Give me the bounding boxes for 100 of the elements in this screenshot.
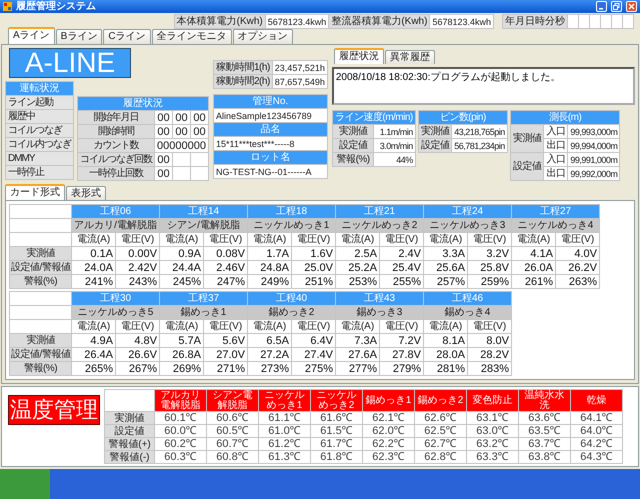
value-cell: 25.8V xyxy=(468,260,512,274)
value-cell: 8.1A xyxy=(424,334,468,348)
value-cell: 63.8℃ xyxy=(518,450,570,464)
value-cell: 00000000 xyxy=(154,138,208,152)
value-cell: 26.0A xyxy=(512,260,556,274)
value-cell: 23,457,521h xyxy=(272,60,328,74)
section-header: 管理No. xyxy=(214,94,328,108)
column-header: 電流(A) xyxy=(72,320,116,334)
value-cell: 7.2V xyxy=(380,334,424,348)
column-header: 電圧(V) xyxy=(292,320,336,334)
value-cell: 249% xyxy=(248,274,292,288)
column-header: 錫めっき2 xyxy=(414,390,466,412)
value-cell: 1.7A xyxy=(248,246,292,260)
value-cell: 60.1℃ xyxy=(154,412,206,424)
value-cell: 62.3℃ xyxy=(362,450,414,464)
value-cell: AlineSample123456789 xyxy=(214,108,328,122)
tab[interactable]: 表形式 xyxy=(66,186,106,200)
value-cell: 60.8℃ xyxy=(206,450,258,464)
tab[interactable]: Aライン xyxy=(8,27,55,44)
column-header: アルカリ電解脱脂 xyxy=(154,390,206,412)
process-name: 錫めっき2 xyxy=(248,306,336,320)
section-header: 品名 xyxy=(214,122,328,136)
step-header: 工程37 xyxy=(160,292,248,306)
value-cell: 4.0V xyxy=(556,246,600,260)
value-cell: 62.2℃ xyxy=(362,438,414,450)
tab[interactable]: オプション xyxy=(232,29,293,44)
column-header: 電流(A) xyxy=(424,232,468,246)
row-label: 警報値(+) xyxy=(104,438,154,450)
value-cell: 60.2℃ xyxy=(154,438,206,450)
row-label: 設定値 xyxy=(418,138,452,152)
value-cell: 25.0V xyxy=(292,260,336,274)
row-label: 設定値/警報値 xyxy=(10,260,72,274)
value-cell: 283% xyxy=(468,362,512,376)
value-cell: 99,992,000m xyxy=(568,166,620,180)
app-icon xyxy=(3,2,12,11)
tab[interactable]: カード形式 xyxy=(5,184,65,200)
value-cell: 7.3A xyxy=(336,334,380,348)
column-header: 電圧(V) xyxy=(204,232,248,246)
column-header: ニッケルめっき2 xyxy=(310,390,362,412)
step-header: 工程24 xyxy=(424,204,512,218)
column-header: 電流(A) xyxy=(336,232,380,246)
value-cell: 0.1A xyxy=(72,246,116,260)
row-label: 一時停止回数 xyxy=(78,166,154,180)
row-label: 実測値 xyxy=(510,124,544,152)
process-name: アルカリ/電解脱脂 xyxy=(72,218,160,232)
tab[interactable]: 履歴状況 xyxy=(334,48,384,64)
tab[interactable]: Cライン xyxy=(103,29,151,44)
step-header: 工程43 xyxy=(336,292,424,306)
column-header: 電流(A) xyxy=(424,320,468,334)
time-field xyxy=(612,14,622,28)
row-label: 設定値 xyxy=(332,138,374,152)
tab[interactable]: 全ラインモニタ xyxy=(152,29,232,44)
value-cell: 27.6A xyxy=(336,348,380,362)
value-cell: 26.6V xyxy=(116,348,160,362)
value-cell: 6.4V xyxy=(292,334,336,348)
column-header: 電圧(V) xyxy=(116,232,160,246)
value-cell: 62.1℃ xyxy=(362,412,414,424)
process-name: 錫めっき3 xyxy=(336,306,424,320)
row-label: 警報(%) xyxy=(332,152,374,166)
process-name: ニッケルめっき5 xyxy=(72,306,160,320)
value-cell: 61.3℃ xyxy=(258,450,310,464)
field-label: 年月日時分秒 xyxy=(502,14,568,28)
value-cell: 60.0℃ xyxy=(154,424,206,438)
value-cell: 61.8℃ xyxy=(310,450,362,464)
time-field xyxy=(600,14,612,28)
value-cell: 64.0℃ xyxy=(570,424,622,438)
value-cell: 99,991,000m xyxy=(568,152,620,166)
field-label: 本体積算電力(Kwh) xyxy=(174,14,266,28)
row-label: 稼動時間2(h) xyxy=(214,74,272,88)
close-button[interactable] xyxy=(626,1,637,12)
value-cell: 64.1℃ xyxy=(570,412,622,424)
row-label: 設定値 xyxy=(104,424,154,438)
value-cell: 265% xyxy=(72,362,116,376)
temperature-title: 温度管理 xyxy=(8,395,100,425)
value-cell: 62.0℃ xyxy=(362,424,414,438)
time-field xyxy=(578,14,590,28)
row-label: 警報値(-) xyxy=(104,450,154,464)
restore-button[interactable] xyxy=(611,1,622,12)
value-cell: 255% xyxy=(380,274,424,288)
column-header: 電圧(V) xyxy=(380,320,424,334)
value-cell: 60.7℃ xyxy=(206,438,258,450)
tab[interactable]: Bライン xyxy=(56,29,102,44)
row-label: 実測値 xyxy=(10,246,72,260)
process-name: ニッケルめっき3 xyxy=(424,218,512,232)
value-cell: 99,994,000m xyxy=(568,138,620,152)
value-cell: 269% xyxy=(160,362,204,376)
value-cell: 261% xyxy=(512,274,556,288)
row-label: 開始時間 xyxy=(78,124,154,138)
value-cell: 277% xyxy=(336,362,380,376)
window-title: 履歴管理システム xyxy=(16,0,96,12)
row-label: 警報(%) xyxy=(10,362,72,376)
value-cell: 26.4A xyxy=(72,348,116,362)
value-cell: 5.7A xyxy=(160,334,204,348)
value-cell: 28.0A xyxy=(424,348,468,362)
value-cell: 61.0℃ xyxy=(258,424,310,438)
section-header: ピン数(pin) xyxy=(418,110,508,124)
tab[interactable]: 異常履歴 xyxy=(384,50,435,64)
value-cell: 6.5A xyxy=(248,334,292,348)
minimize-button[interactable] xyxy=(596,1,607,12)
column-header: 電圧(V) xyxy=(556,232,600,246)
